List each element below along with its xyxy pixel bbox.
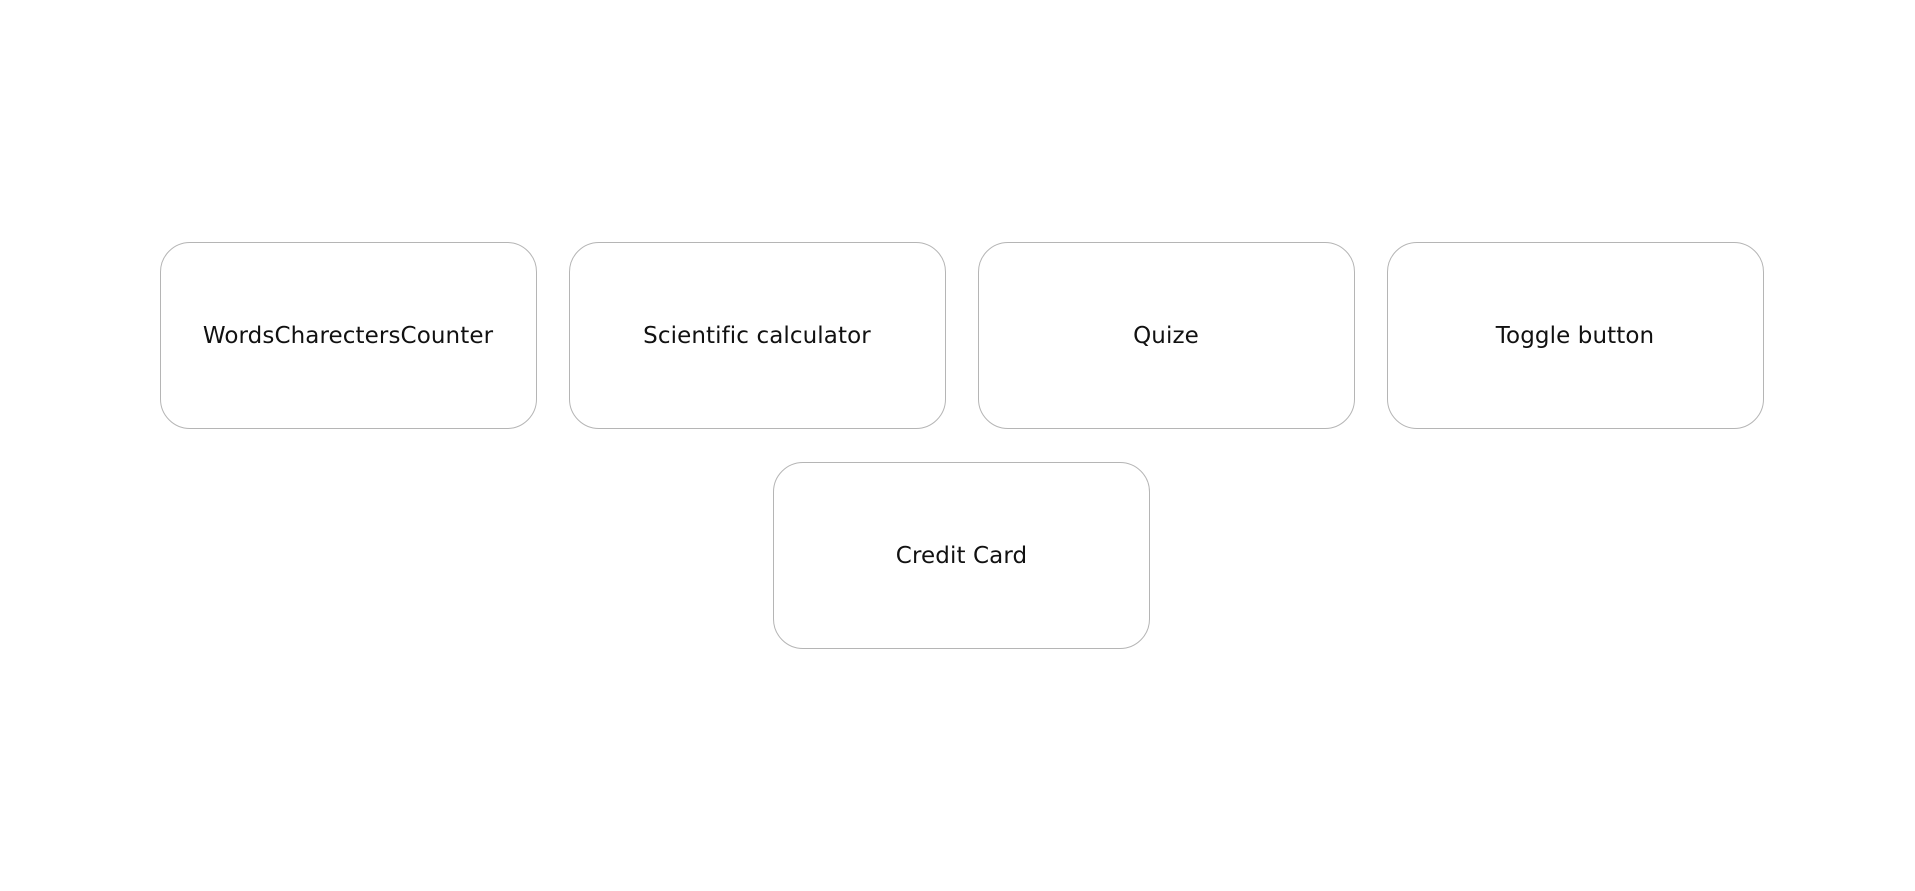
project-card-label: Quize	[1133, 322, 1199, 349]
project-card-scientific-calculator[interactable]: Scientific calculator	[568, 242, 946, 429]
project-card-label: WordsCharectersCounter	[202, 322, 494, 349]
project-card-label: Credit Card	[895, 542, 1028, 569]
page: WordsCharectersCounter Scientific calcul…	[0, 0, 1915, 891]
project-card-credit-card[interactable]: Credit Card	[773, 462, 1150, 649]
project-card-grid: WordsCharectersCounter Scientific calcul…	[159, 242, 1764, 649]
project-card-label: Scientific calculator	[643, 322, 871, 349]
project-card-toggle-button[interactable]: Toggle button	[1386, 242, 1764, 429]
project-card-words-characters-counter[interactable]: WordsCharectersCounter	[159, 242, 537, 429]
project-card-label: Toggle button	[1495, 322, 1655, 349]
project-card-quiz[interactable]: Quize	[977, 242, 1355, 429]
